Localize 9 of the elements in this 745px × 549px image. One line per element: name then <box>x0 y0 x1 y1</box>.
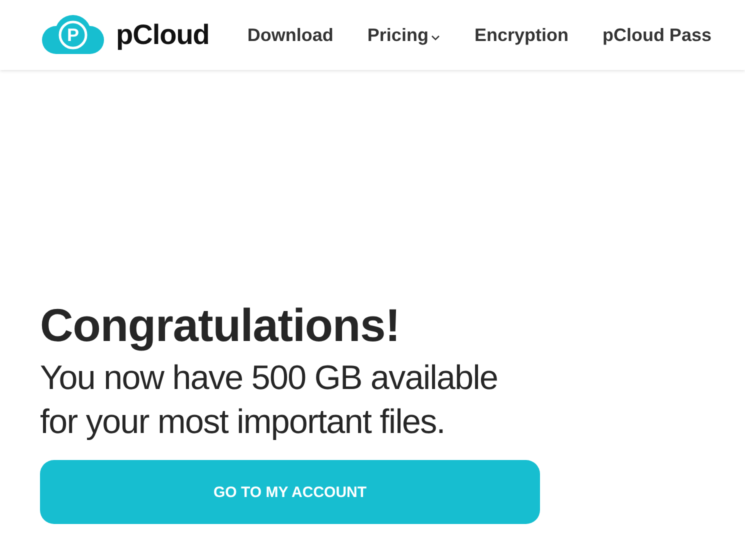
message: You now have 500 GB available for your most important files. <box>40 358 499 443</box>
nav-link[interactable]: pCloud Pass <box>602 24 712 46</box>
brand-name[interactable]: pCloud <box>116 19 210 51</box>
nav-link[interactable]: Encryption <box>474 24 568 46</box>
nav-link[interactable]: Pricing <box>367 24 440 46</box>
logo-letter: P <box>66 25 80 45</box>
heading: Congratulations! <box>40 298 401 352</box>
chevron-down-icon <box>431 35 440 41</box>
nav-link[interactable]: Download <box>247 24 334 46</box>
